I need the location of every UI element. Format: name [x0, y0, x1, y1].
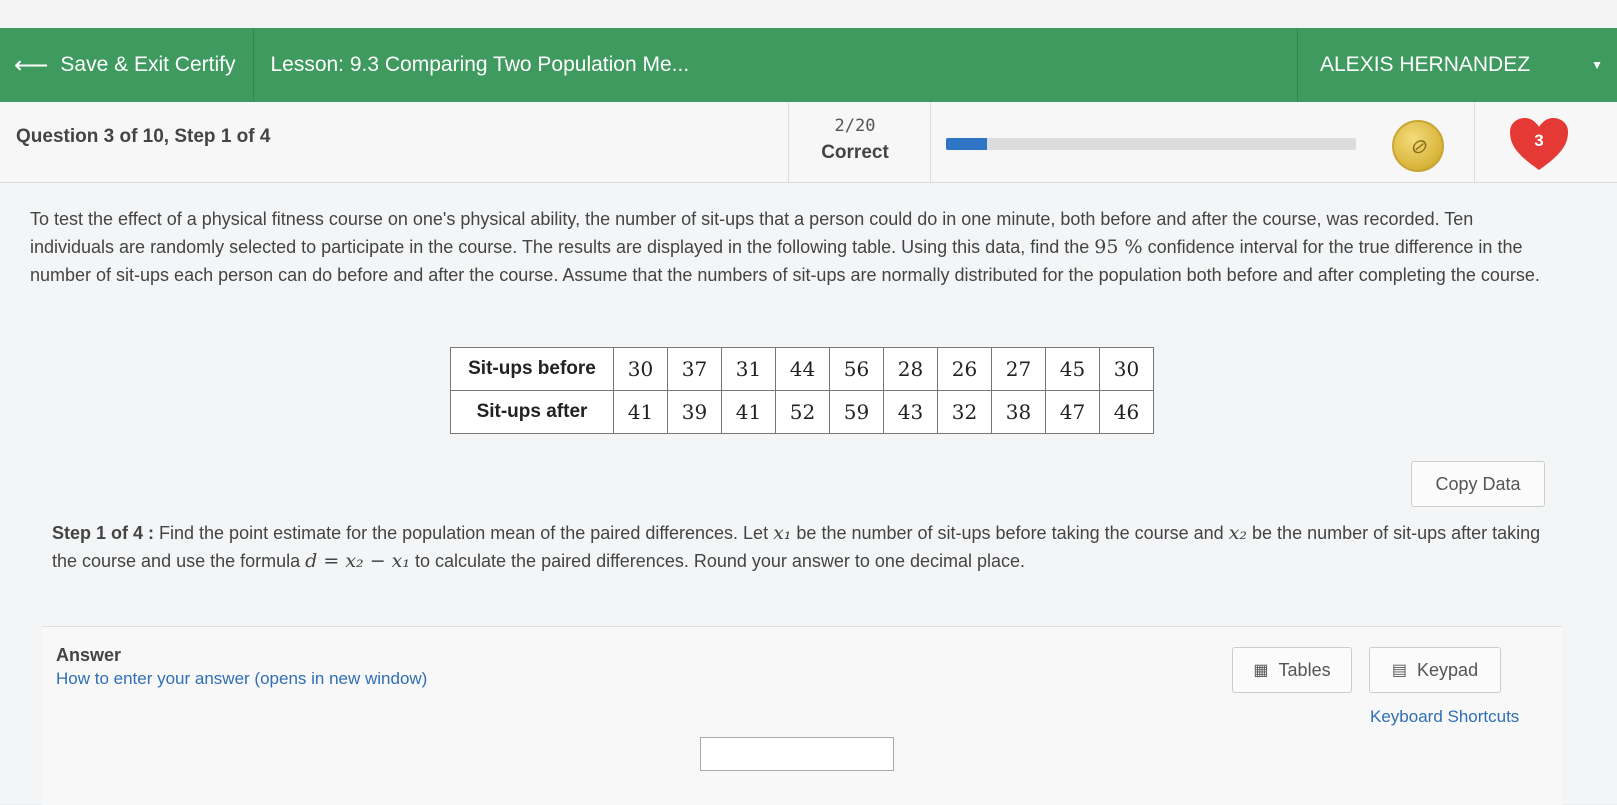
table-cell: 41 [721, 390, 776, 434]
table-cell: 30 [613, 347, 668, 391]
table-cell: 28 [883, 347, 938, 391]
calculator-icon: ▤ [1391, 662, 1408, 679]
table-cell: 46 [1099, 390, 1154, 434]
step-label: Step 1 of 4 : [52, 523, 155, 543]
keyboard-shortcuts-link[interactable]: Keyboard Shortcuts [1370, 707, 1519, 727]
table-cell: 52 [775, 390, 830, 434]
difference-formula: d = x₂ − x₁ [305, 550, 410, 572]
divider [1474, 102, 1475, 182]
hearts-count: 3 [1534, 131, 1544, 150]
question-content: To test the effect of a physical fitness… [0, 183, 1617, 805]
table-cell: 43 [883, 390, 938, 434]
table-cell: 39 [667, 390, 722, 434]
top-strip [0, 0, 1617, 28]
save-exit-label: Save & Exit Certify [60, 53, 236, 76]
table-row: Sit-ups before 30 37 31 44 56 28 26 27 45 30 [450, 347, 1154, 391]
save-exit-button[interactable]: ⟵ Save & Exit Certify [0, 28, 255, 102]
table-cell: 30 [1099, 347, 1154, 391]
status-bar: Question 3 of 10, Step 1 of 4 2/20 Corre… [0, 102, 1617, 183]
answer-help-link[interactable]: How to enter your answer (opens in new w… [56, 669, 427, 689]
step-instructions: Step 1 of 4 : Find the point estimate fo… [52, 519, 1542, 575]
chevron-down-icon: ▼ [1591, 58, 1603, 72]
copy-data-button[interactable]: Copy Data [1411, 461, 1545, 507]
user-name: ALEXIS HERNANDEZ [1320, 53, 1531, 76]
answer-panel: Answer How to enter your answer (opens i… [42, 626, 1562, 805]
row-label: Sit-ups after [450, 390, 614, 434]
table-cell: 45 [1045, 347, 1100, 391]
coin-badge-icon[interactable]: ⊘ [1392, 120, 1444, 172]
situps-table: Sit-ups before 30 37 31 44 56 28 26 27 45 30 Sit-up… [450, 347, 1154, 434]
table-cell: 31 [721, 347, 776, 391]
step-text: Find the point estimate for the populati… [154, 523, 774, 543]
keypad-button[interactable]: ▤ Keypad [1369, 647, 1501, 693]
keypad-label: Keypad [1417, 659, 1479, 680]
user-menu[interactable]: ALEXIS HERNANDEZ ▼ [1297, 28, 1617, 102]
table-cell: 27 [991, 347, 1046, 391]
score-fraction: 2/20 [834, 116, 876, 136]
table-cell: 26 [937, 347, 992, 391]
score-label: Correct [821, 142, 889, 163]
heart-lives-icon: 3 [1508, 116, 1570, 172]
table-icon: ▦ [1253, 662, 1269, 679]
answer-input[interactable] [700, 737, 894, 771]
math-x2: x₂ [1228, 522, 1248, 544]
progress-fill [946, 138, 987, 150]
table-cell: 59 [829, 390, 884, 434]
table-cell: 41 [613, 390, 668, 434]
tables-button[interactable]: ▦ Tables [1232, 647, 1352, 693]
progress-bar [946, 138, 1356, 150]
step-text: to calculate the paired differences. Rou… [409, 551, 1026, 571]
score-display: 2/20 Correct [800, 116, 910, 164]
divider [788, 102, 789, 182]
table-row: Sit-ups after 41 39 41 52 59 43 32 38 47 46 [450, 390, 1154, 434]
confidence-level: 95 % [1094, 236, 1143, 258]
table-cell: 32 [937, 390, 992, 434]
table-cell: 38 [991, 390, 1046, 434]
step-text: be the number of sit-ups before taking t… [791, 523, 1229, 543]
table-cell: 47 [1045, 390, 1100, 434]
top-header: ⟵ Save & Exit Certify Lesson: 9.3 Compar… [0, 28, 1617, 102]
table-cell: 56 [829, 347, 884, 391]
question-text: To test the effect of a physical fitness… [30, 205, 1560, 289]
table-cell: 44 [775, 347, 830, 391]
question-step-label: Question 3 of 10, Step 1 of 4 [16, 126, 271, 147]
math-x1: x₁ [773, 522, 792, 544]
table-cell: 37 [667, 347, 722, 391]
back-arrow-icon: ⟵ [14, 51, 49, 79]
tables-label: Tables [1278, 659, 1331, 680]
answer-title: Answer [56, 645, 122, 665]
lesson-title: Lesson: 9.3 Comparing Two Population Me.… [270, 53, 690, 76]
row-label: Sit-ups before [450, 347, 614, 391]
divider [930, 102, 931, 182]
